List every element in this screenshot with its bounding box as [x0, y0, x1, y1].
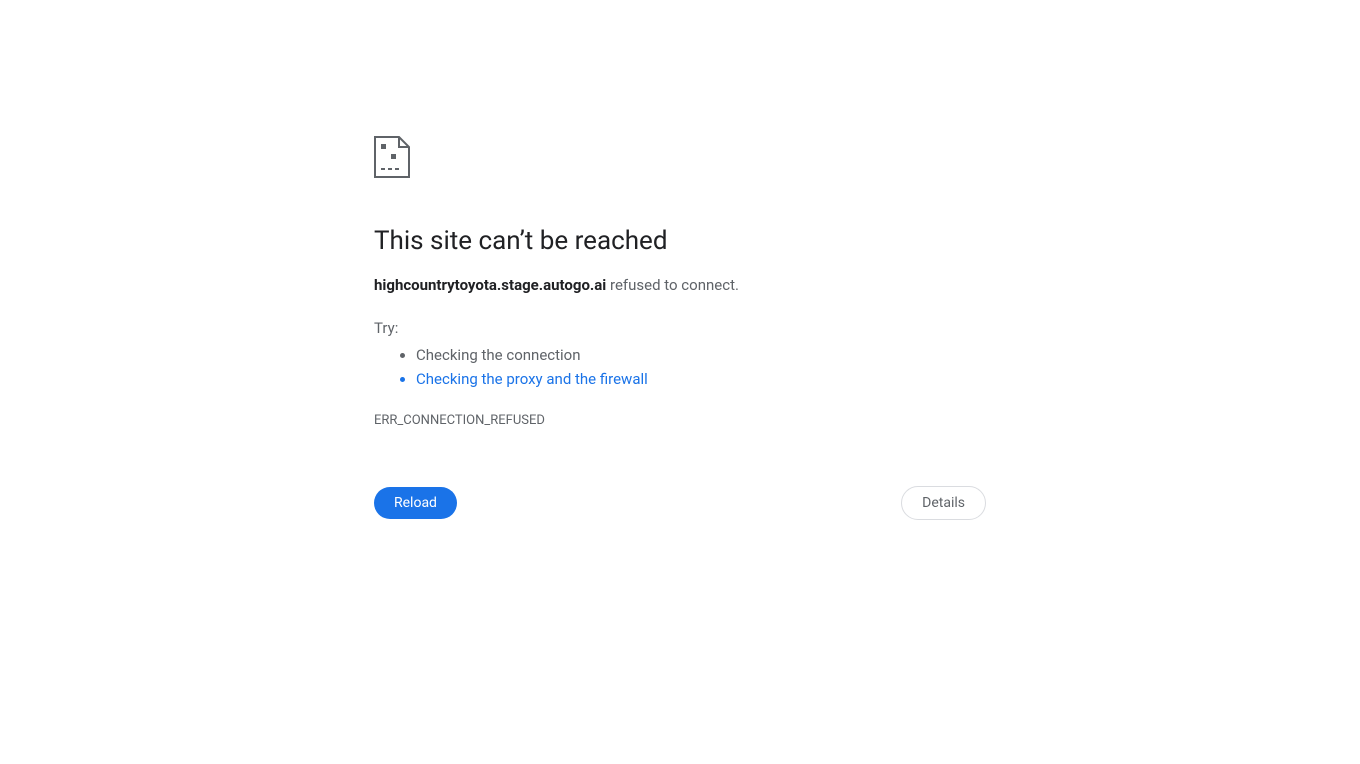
suggestion-check-connection: Checking the connection [416, 343, 986, 367]
error-message: highcountrytoyota.stage.autogo.ai refuse… [374, 274, 986, 297]
error-page: This site can’t be reached highcountryto… [374, 0, 986, 520]
try-label: Try: [374, 319, 986, 337]
host-name: highcountrytoyota.stage.autogo.ai [374, 276, 606, 294]
error-heading: This site can’t be reached [374, 226, 986, 256]
reload-button[interactable]: Reload [374, 487, 457, 519]
error-code: ERR_CONNECTION_REFUSED [374, 413, 986, 428]
button-row: Reload Details [374, 486, 986, 520]
suggestion-check-proxy-link[interactable]: Checking the proxy and the firewall [416, 367, 986, 391]
suggestions-list: Checking the connection Checking the pro… [374, 343, 986, 391]
details-button[interactable]: Details [901, 486, 986, 520]
sad-page-icon [374, 136, 986, 182]
message-suffix: refused to connect. [606, 276, 739, 294]
